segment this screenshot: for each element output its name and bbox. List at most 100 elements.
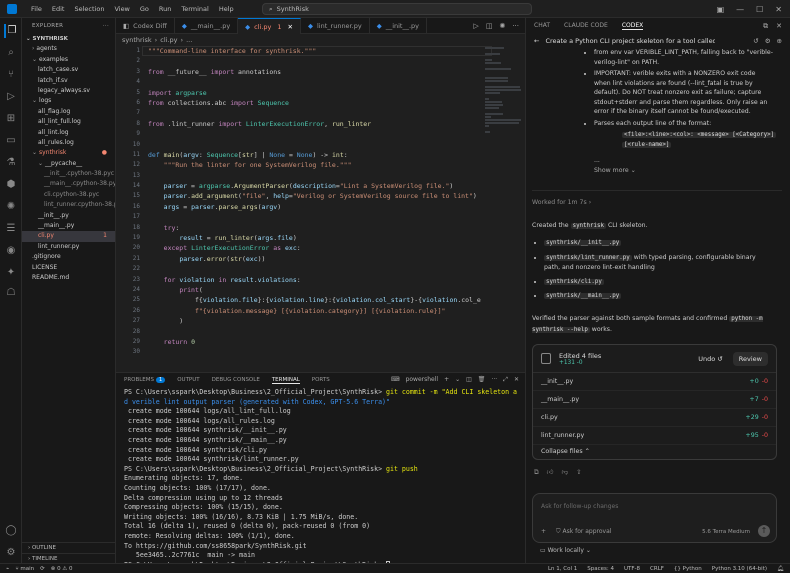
menu-item-go[interactable]: Go	[135, 5, 154, 13]
folder-item[interactable]: ⌄ __pycache__	[22, 159, 115, 169]
menu-item-file[interactable]: File	[26, 5, 47, 13]
chevron-down-icon[interactable]: ⌄	[455, 376, 460, 384]
new-chat-icon[interactable]: ⊕	[777, 37, 782, 45]
file-item[interactable]: __init__.py	[22, 211, 115, 221]
file-item[interactable]: __init__.cpython-38.pyc	[22, 169, 115, 179]
menu-item-edit[interactable]: Edit	[47, 5, 70, 13]
folder-item[interactable]: ⌄ logs	[22, 96, 115, 106]
maximize-panel-icon[interactable]: ⤢	[503, 376, 508, 384]
menu-item-view[interactable]: View	[109, 5, 134, 13]
back-arrow-icon[interactable]: ←	[534, 37, 539, 45]
close-panel-icon[interactable]: ✕	[776, 22, 782, 31]
chat-tab[interactable]: CLAUDE CODE	[564, 22, 608, 30]
file-item[interactable]: lint_runner.cpython-38.pyc	[22, 200, 115, 210]
file-item[interactable]: all_lint.log	[22, 128, 115, 138]
copy-icon[interactable]: ⧉	[534, 468, 539, 477]
testing-icon[interactable]: ⚗	[4, 156, 18, 170]
approval-mode-button[interactable]: ⛉ Ask for approval	[556, 528, 611, 536]
new-terminal-icon[interactable]: +	[444, 376, 449, 384]
file-path-chip[interactable]: synthrisk/lint_runner.py	[544, 254, 632, 261]
close-panel-icon[interactable]: ✕	[514, 376, 519, 384]
explorer-icon[interactable]: ❐	[4, 24, 18, 38]
folder-item[interactable]: › agents	[22, 44, 115, 54]
remote-icon[interactable]: ▭	[4, 134, 18, 148]
more-icon[interactable]: ···	[491, 376, 497, 384]
code-editor[interactable]: 1 2 3 4 5 6 7 8 9 10 11 12 13 14 15 16 17 18 19 20 21 22 23 24 2…	[116, 46, 525, 366]
remote-indicator-icon[interactable]: ⌁	[6, 566, 9, 572]
codex-editor-icon[interactable]: ✺	[499, 18, 505, 33]
file-item[interactable]: latch_case.sv	[22, 65, 115, 75]
thumbs-down-icon[interactable]: 👎︎	[561, 468, 568, 477]
python-icon[interactable]: ⬢	[4, 178, 18, 192]
tree-view-icon[interactable]: ☰	[4, 222, 18, 236]
thumbs-up-icon[interactable]: 👍︎	[547, 468, 554, 477]
chat-bubble-icon[interactable]: ◉	[4, 244, 18, 258]
attach-icon[interactable]: +	[541, 528, 546, 536]
minimize-icon[interactable]: —	[736, 5, 744, 14]
chat-input-placeholder[interactable]: Ask for follow-up changes	[541, 503, 618, 510]
cursor-position[interactable]: Ln 1, Col 1	[548, 566, 577, 572]
breadcrumb-item[interactable]: cli.py	[160, 36, 177, 44]
folder-item[interactable]: ⌄ synthrisk ●	[22, 148, 115, 158]
minimap[interactable]	[485, 46, 521, 133]
more-icon[interactable]: ···	[512, 18, 519, 33]
sync-indicator[interactable]: ⟳	[40, 566, 45, 572]
python-interpreter[interactable]: Python 3.10 (64-bit)	[712, 566, 767, 572]
edited-file-row[interactable]: cli.py +29 -0	[533, 409, 776, 427]
edited-file-row[interactable]: lint_runner.py +95 -0	[533, 427, 776, 445]
settings-gear-icon[interactable]: ⚙	[4, 546, 18, 560]
file-item[interactable]: README.md	[22, 273, 115, 283]
encoding[interactable]: UTF-8	[624, 566, 640, 572]
file-path-chip[interactable]: synthrisk/cli.py	[544, 278, 604, 285]
search-view-icon[interactable]: ⌕	[4, 46, 18, 60]
source-control-icon[interactable]: ⑂	[4, 68, 18, 82]
new-window-icon[interactable]: ⧉	[763, 22, 768, 31]
file-item[interactable]: __main__.py	[22, 221, 115, 231]
line-ending[interactable]: CRLF	[650, 566, 664, 572]
file-item[interactable]: cli.cpython-38.pyc	[22, 190, 115, 200]
chat-input-box[interactable]: Ask for follow-up changes + ⛉ Ask for ap…	[532, 493, 777, 543]
panel-tab[interactable]: OUTPUT	[177, 377, 199, 384]
file-item[interactable]: legacy_always.sv	[22, 86, 115, 96]
show-more-button[interactable]: Show more ⌄	[594, 166, 636, 176]
sparkle-icon[interactable]: ✦	[4, 266, 18, 280]
robot-icon[interactable]: ☖	[4, 286, 18, 300]
file-item[interactable]: all_lint_full.log	[22, 117, 115, 127]
command-center-search[interactable]: ⌕ SynthRisk	[262, 3, 532, 15]
file-item[interactable]: cli.py 1	[22, 231, 115, 242]
run-debug-icon[interactable]: ▷	[4, 90, 18, 104]
file-item[interactable]: .gitignore	[22, 252, 115, 262]
menu-item-help[interactable]: Help	[214, 5, 239, 13]
extensions-icon[interactable]: ⊞	[4, 112, 18, 126]
review-button[interactable]: Review	[732, 351, 768, 366]
file-item[interactable]: lint_runner.py	[22, 242, 115, 252]
assistant-message-scroll[interactable]: from env var VERIBLE_LINT_PATH, falling …	[526, 48, 790, 344]
menu-item-terminal[interactable]: Terminal	[176, 5, 213, 13]
menu-item-run[interactable]: Run	[154, 5, 176, 13]
panel-tab[interactable]: TERMINAL	[271, 377, 300, 384]
shell-name[interactable]: powershell	[406, 376, 439, 384]
file-path-chip[interactable]: synthrisk/__main__.py	[544, 293, 622, 299]
work-location-selector[interactable]: ▭ Work locally ⌄	[540, 547, 591, 554]
undo-button[interactable]: Undo ↺	[698, 355, 723, 363]
chat-tab[interactable]: CODEX	[621, 22, 644, 30]
layout-icon[interactable]: ▣	[717, 5, 725, 14]
editor-tab[interactable]: ◧ Codex Diff	[116, 18, 175, 34]
menu-item-selection[interactable]: Selection	[69, 5, 109, 13]
more-actions-icon[interactable]: ···	[103, 18, 109, 34]
editor-tab[interactable]: ◆ __main__.py	[175, 18, 239, 34]
panel-tab[interactable]: PROBLEMS 1	[124, 376, 166, 384]
edited-file-row[interactable]: __init__.py +0 -0	[533, 373, 776, 391]
breadcrumb-item[interactable]: synthrisk	[122, 36, 152, 44]
split-editor-icon[interactable]: ◫	[486, 18, 493, 33]
panel-tab[interactable]: DEBUG CONSOLE	[212, 377, 260, 384]
code-lines[interactable]: """Command-line interface for synthrisk.…	[148, 46, 488, 358]
account-icon[interactable]: ◯	[4, 524, 18, 538]
problems-indicator[interactable]: ⊗ 0 ⚠ 0	[51, 566, 73, 572]
collapse-files-button[interactable]: Collapse files ⌃	[533, 445, 776, 459]
editor-tab[interactable]: ◆ cli.py 1 ✕	[238, 18, 301, 34]
file-item[interactable]: LICENSE	[22, 263, 115, 273]
file-item[interactable]: latch_if.sv	[22, 76, 115, 86]
split-terminal-icon[interactable]: ◫	[466, 376, 472, 384]
file-item[interactable]: all_rules.log	[22, 138, 115, 148]
